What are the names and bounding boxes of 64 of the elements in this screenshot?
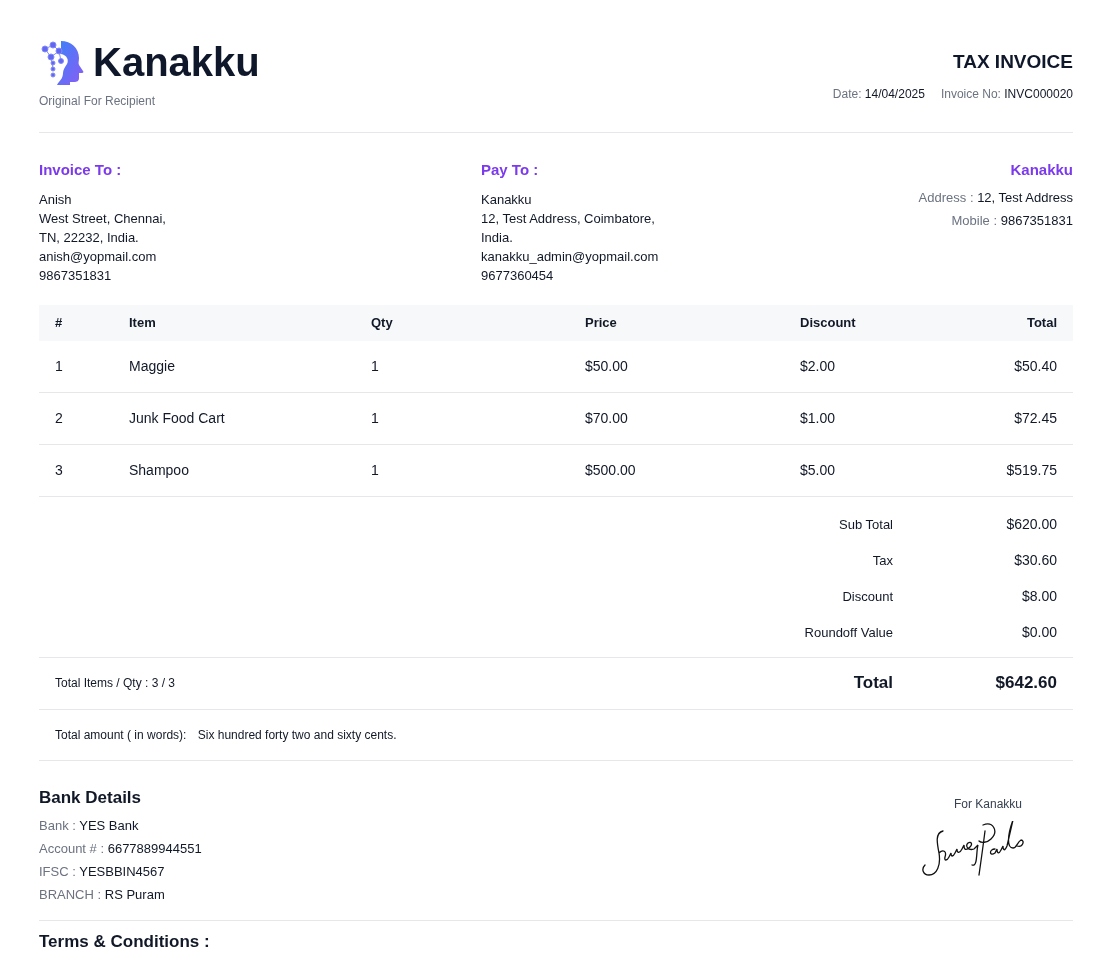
document-title: TAX INVOICE <box>953 50 1073 74</box>
brain-head-icon <box>39 39 85 85</box>
address-line: West Street, Chennai, <box>39 209 167 228</box>
section-heading: Pay To : <box>481 160 540 180</box>
summary-value: $620.00 <box>1005 515 1057 534</box>
address-line: Anish <box>39 190 73 209</box>
table-cell-text: 2 <box>55 408 64 428</box>
brand-name: Kanakku <box>93 39 260 86</box>
section-heading: Invoice To : <box>39 160 123 180</box>
company-name: Kanakku <box>1010 160 1073 180</box>
table-cell-text: 1 <box>371 356 380 376</box>
address-line: kanakku_admin@yopmail.com <box>481 247 660 266</box>
detail-text: Bank : YES Bank <box>39 817 140 835</box>
table-cell-text: 1 <box>55 356 64 376</box>
address-line: anish@yopmail.com <box>39 247 158 266</box>
invoice-number-text: Invoice No: INVC000020 <box>940 85 1073 103</box>
detail-text: BRANCH : RS Puram <box>39 886 166 904</box>
address-line: 9677360454 <box>481 266 555 285</box>
summary-label: Discount <box>841 587 893 606</box>
table-cell-text: 1 <box>371 460 380 480</box>
table-cell-text: 3 <box>55 460 64 480</box>
table-cell-text: Maggie <box>129 356 176 376</box>
date-text: Date: 14/04/2025 <box>832 85 925 103</box>
table-cell-text: $70.00 <box>585 408 629 428</box>
items-count-text: Total Items / Qty : 3 / 3 <box>55 675 176 692</box>
total-value: $642.60 <box>994 672 1057 695</box>
table-cell-text: $50.40 <box>1013 356 1057 376</box>
table-cell-text: Junk Food Cart <box>129 408 226 428</box>
address-line: India. <box>481 228 514 247</box>
table-cell-text: $50.00 <box>585 356 629 376</box>
table-cell-text: 1 <box>371 408 380 428</box>
summary-label: Roundoff Value <box>803 623 893 642</box>
table-cell-text: $519.75 <box>1005 460 1057 480</box>
address-line: TN, 22232, India. <box>39 228 140 247</box>
total-label: Total <box>852 672 893 695</box>
table-cell-text: $5.00 <box>800 460 837 480</box>
subtitle-text: Original For Recipient <box>39 93 157 110</box>
column-header: Discount <box>800 313 857 332</box>
table-cell-text: $1.00 <box>800 408 837 428</box>
summary-label: Tax <box>871 551 893 570</box>
column-header: Item <box>129 313 157 332</box>
signature-caption: For Kanakku <box>953 795 1022 813</box>
table-cell-text: Shampoo <box>129 460 190 480</box>
section-heading: Terms & Conditions : <box>39 931 211 953</box>
table-cell-text: $72.45 <box>1013 408 1057 428</box>
detail-text: Address : 12, Test Address <box>918 188 1073 207</box>
section-heading: Bank Details <box>39 786 143 809</box>
column-header: # <box>55 313 64 332</box>
summary-label: Sub Total <box>838 515 893 534</box>
amount-in-words-text: Total amount ( in words): Six hundred forty two and sixty cents. <box>55 726 397 744</box>
summary-value: $0.00 <box>1020 623 1057 642</box>
column-header: Price <box>585 313 618 332</box>
table-cell-text: $500.00 <box>585 460 637 480</box>
detail-text: IFSC : YESBBIN4567 <box>39 863 166 881</box>
detail-text: Mobile : 9867351831 <box>951 211 1073 230</box>
summary-value: $8.00 <box>1020 587 1057 606</box>
address-line: 9867351831 <box>39 266 113 285</box>
detail-text: Account # : 6677889944551 <box>39 840 202 858</box>
table-cell-text: $2.00 <box>800 356 837 376</box>
column-header: Total <box>1025 313 1057 332</box>
address-line: 12, Test Address, Coimbatore, <box>481 209 656 228</box>
summary-value: $30.60 <box>1013 551 1057 570</box>
address-line: Kanakku <box>481 190 533 209</box>
column-header: Qty <box>371 313 394 332</box>
